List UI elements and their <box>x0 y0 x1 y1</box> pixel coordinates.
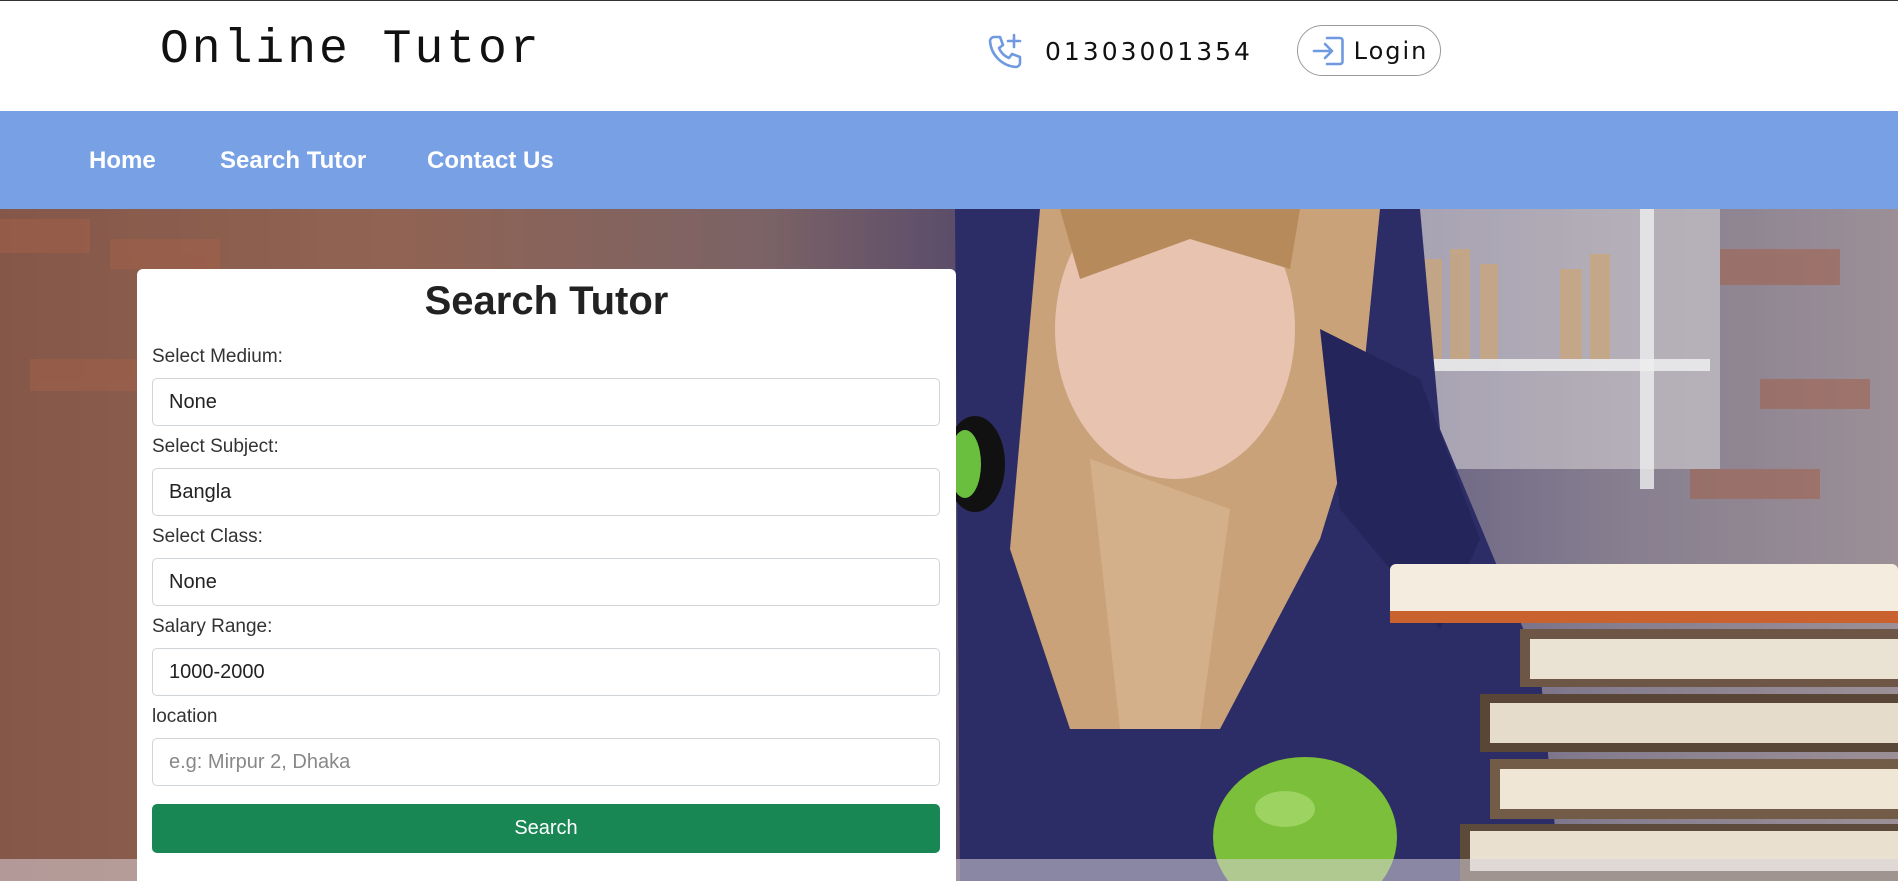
card-title: Search Tutor <box>424 279 669 323</box>
location-input[interactable] <box>152 738 940 786</box>
medium-select[interactable]: None <box>152 378 940 426</box>
login-label: Login <box>1353 36 1429 65</box>
phone-plus-icon <box>985 31 1025 71</box>
nav-item-home[interactable]: Home <box>89 147 156 175</box>
subject-select[interactable]: Bangla <box>152 468 940 516</box>
nav-item-search-tutor[interactable]: Search Tutor <box>220 147 366 175</box>
location-label: location <box>152 706 218 727</box>
salary-select[interactable]: 1000-2000 <box>152 648 940 696</box>
nav-item-contact-us[interactable]: Contact Us <box>427 147 554 175</box>
phone-number: 01303001354 <box>1045 36 1253 66</box>
search-button[interactable]: Search <box>152 804 940 853</box>
sign-in-icon <box>1310 34 1346 68</box>
class-label: Select Class: <box>152 526 263 547</box>
class-select[interactable]: None <box>152 558 940 606</box>
main-nav: Home Search Tutor Contact Us <box>0 111 1898 209</box>
search-tutor-card: Search Tutor Select Medium: None Select … <box>137 269 956 881</box>
medium-label: Select Medium: <box>152 346 283 367</box>
top-header: Online Tutor 01303001354 Login <box>0 0 1898 111</box>
contact-phone: 01303001354 <box>985 31 1253 71</box>
subject-label: Select Subject: <box>152 436 279 457</box>
salary-label: Salary Range: <box>152 616 273 637</box>
brand-title: Online Tutor <box>160 23 542 77</box>
login-button[interactable]: Login <box>1297 25 1441 76</box>
